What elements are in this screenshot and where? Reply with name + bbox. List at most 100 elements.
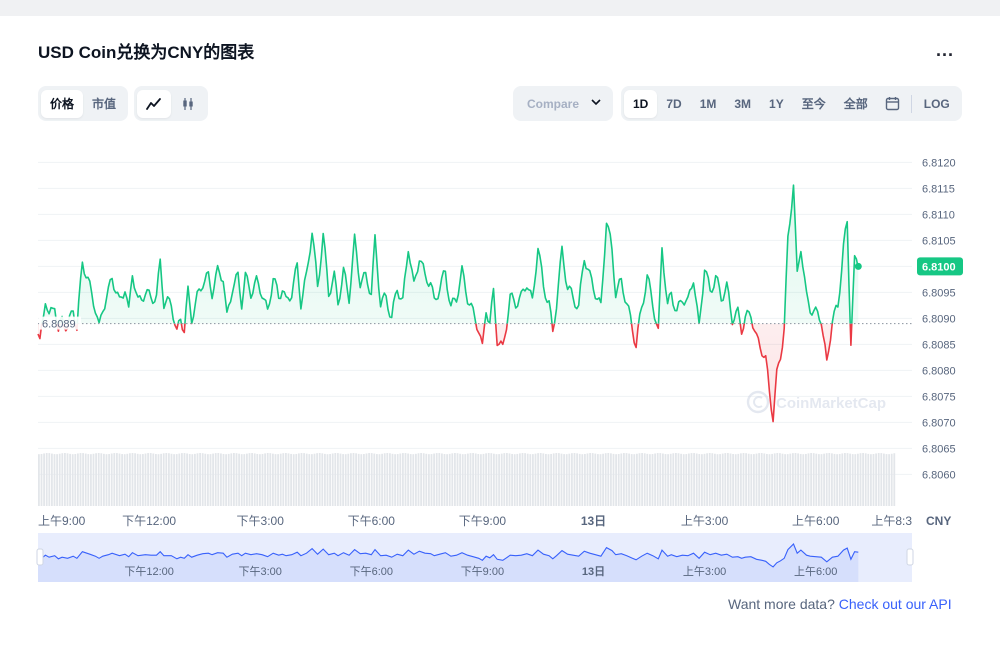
volume-bar [872, 453, 875, 506]
volume-bar [368, 453, 370, 506]
volume-bar [396, 454, 399, 506]
volume-bar [443, 454, 446, 506]
volume-bar [448, 453, 451, 506]
y-tick-label: 6.8105 [922, 235, 956, 247]
volume-bar [698, 454, 701, 506]
volume-bar [142, 454, 144, 506]
volume-bar [786, 454, 789, 506]
volume-bar [277, 454, 279, 506]
volume-bar [615, 454, 617, 506]
volume-bar [217, 453, 220, 506]
volume-bar [334, 453, 337, 506]
volume-bar [859, 453, 862, 506]
volume-bar [373, 453, 376, 506]
x-tick-label: 下午12:00 [122, 514, 176, 528]
volume-bar [386, 453, 389, 506]
volume-bar [472, 453, 474, 506]
volume-bar [433, 453, 435, 506]
volume-bar [555, 453, 558, 506]
volume-bar [794, 453, 797, 506]
volume-bar [212, 453, 214, 506]
volume-bar [45, 453, 48, 506]
volume-bar [815, 453, 818, 506]
volume-bar [625, 453, 628, 506]
volume-bar [727, 453, 729, 506]
volume-bar [207, 454, 209, 506]
volume-bar [638, 453, 641, 506]
volume-bar [238, 453, 240, 506]
watermark-text: CoinMarketCap [776, 395, 886, 412]
x-tick-label: 下午6:00 [348, 514, 396, 528]
volume-bar [402, 453, 404, 506]
volume-bar [617, 454, 620, 506]
volume-bar [758, 453, 760, 506]
volume-bar [461, 454, 464, 506]
volume-bar [337, 453, 339, 506]
volume-bar [584, 453, 586, 506]
volume-bar [467, 453, 469, 506]
navigator-tick-label: 下午12:00 [124, 565, 174, 578]
volume-bar [682, 454, 685, 506]
volume-bar [420, 453, 422, 506]
volume-bar [542, 453, 545, 506]
volume-bar [669, 453, 672, 506]
volume-bar [487, 453, 490, 506]
volume-bar [251, 453, 253, 506]
volume-bar [152, 453, 155, 506]
volume-bars [38, 453, 896, 506]
navigator-tick-label: 下午9:00 [461, 565, 504, 578]
volume-bar [490, 453, 493, 506]
volume-bar [191, 454, 194, 506]
currency-label: CNY [926, 514, 951, 528]
volume-bar [136, 453, 139, 506]
volume-bar [646, 453, 649, 506]
volume-bar [823, 453, 825, 506]
current-price-value: 6.8100 [922, 261, 956, 273]
volume-bar [740, 453, 742, 506]
x-tick-label: 下午3:00 [237, 514, 285, 528]
api-link[interactable]: Check out our API [839, 596, 952, 612]
volume-bar [469, 453, 472, 506]
volume-bar [256, 453, 259, 506]
volume-bar [43, 453, 45, 506]
volume-bar [773, 453, 776, 506]
volume-bar [438, 453, 441, 506]
volume-bar [521, 453, 524, 506]
volume-bar [173, 454, 175, 506]
volume-bar [459, 453, 461, 506]
volume-bar [513, 454, 516, 506]
volume-bar [703, 453, 706, 506]
volume-bar [708, 453, 711, 506]
navigator-handle-right[interactable] [906, 548, 914, 566]
volume-bar [747, 453, 750, 506]
volume-bar [516, 453, 519, 506]
volume-bar [38, 454, 40, 506]
volume-bar [888, 454, 890, 506]
volume-bar [545, 453, 547, 506]
volume-bar [578, 453, 581, 506]
volume-bar [53, 454, 56, 506]
volume-bar [565, 454, 568, 506]
volume-bar [589, 453, 591, 506]
volume-bar [103, 453, 105, 506]
volume-bar [581, 454, 584, 506]
volume-bar [253, 453, 256, 506]
volume-bar [97, 453, 100, 506]
volume-bar [612, 453, 615, 506]
volume-bar [389, 453, 391, 506]
volume-bar [846, 453, 849, 506]
volume-bar [771, 453, 773, 506]
volume-bar [110, 453, 113, 506]
volume-bar [204, 453, 207, 506]
volume-bar [225, 454, 227, 506]
volume-bar [550, 453, 552, 506]
volume-bar [688, 453, 690, 506]
range-navigator[interactable]: 下午12:00 下午3:00 下午6:00 下午9:00 13日 上午3:00 上午6:00 [36, 533, 914, 582]
api-promo: Want more data? Check out our API [728, 596, 952, 612]
volume-bar [599, 454, 602, 506]
volume-bar [680, 453, 682, 506]
volume-bar [105, 454, 108, 506]
volume-bar [539, 453, 542, 506]
navigator-handle-left[interactable] [36, 548, 44, 566]
volume-bar [344, 454, 347, 506]
